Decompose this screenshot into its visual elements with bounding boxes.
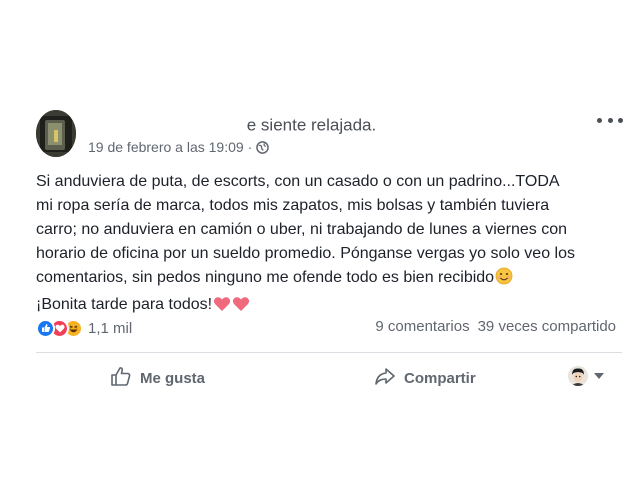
reaction-count: 1,1 mil	[88, 319, 133, 337]
post-body-line-4: horario de oficina por un sueldo promedi…	[36, 245, 575, 262]
post-body: Si anduviera de puta, de escorts, con un…	[36, 170, 626, 320]
facebook-post: e siente relajada. 19 de febrero a las 1…	[0, 0, 640, 500]
author-avatar[interactable]	[36, 110, 76, 157]
post-body-line-3: carro; no anduviera en camión o uber, ni…	[36, 221, 568, 238]
post-meta: 19 de febrero a las 19:09 ·	[88, 139, 270, 155]
post-body-line-1: Si anduviera de puta, de escorts, con un…	[36, 173, 560, 190]
post-timestamp[interactable]: 19 de febrero a las 19:09	[88, 139, 244, 155]
author-line: e siente relajada.	[88, 115, 376, 136]
globe-icon[interactable]	[256, 140, 270, 154]
heart-emoji-icon	[232, 296, 250, 320]
post-body-line-2: mi ropa sería de marca, todos mis zapato…	[36, 197, 550, 214]
like-button-label: Me gusta	[140, 369, 206, 387]
more-options-icon[interactable]	[597, 112, 623, 128]
share-button[interactable]: Compartir	[374, 364, 476, 392]
smiling-face-emoji-icon	[495, 267, 513, 293]
reactions-summary[interactable]: 1,1 mil	[36, 318, 132, 338]
thumbs-up-icon	[110, 365, 132, 392]
post-body-line-5: comentarios, sin pedos ninguno me ofende…	[36, 269, 495, 286]
post-body-line-6: ¡Bonita tarde para todos!	[36, 296, 213, 313]
reaction-identity-selector[interactable]	[568, 366, 604, 386]
meta-separator: ·	[247, 139, 253, 155]
mini-avatar	[568, 366, 588, 386]
divider	[36, 352, 622, 353]
like-reaction-icon	[36, 318, 55, 338]
share-arrow-icon	[374, 365, 396, 392]
shares-count[interactable]: 39 veces compartido	[478, 318, 616, 335]
post-body-line-5-wrap: comentarios, sin pedos ninguno me ofende…	[36, 266, 626, 293]
author-name-redacted[interactable]	[88, 119, 242, 133]
engagement-counts: 9 comentarios 39 veces compartido	[375, 318, 616, 335]
share-button-label: Compartir	[404, 369, 476, 387]
heart-emoji-icon	[213, 296, 231, 320]
post-body-line-6-wrap: ¡Bonita tarde para todos!	[36, 293, 626, 320]
chevron-down-icon	[594, 373, 604, 379]
comments-count[interactable]: 9 comentarios	[375, 318, 469, 335]
feeling-status: e siente relajada.	[246, 115, 377, 135]
like-button[interactable]: Me gusta	[110, 364, 205, 392]
